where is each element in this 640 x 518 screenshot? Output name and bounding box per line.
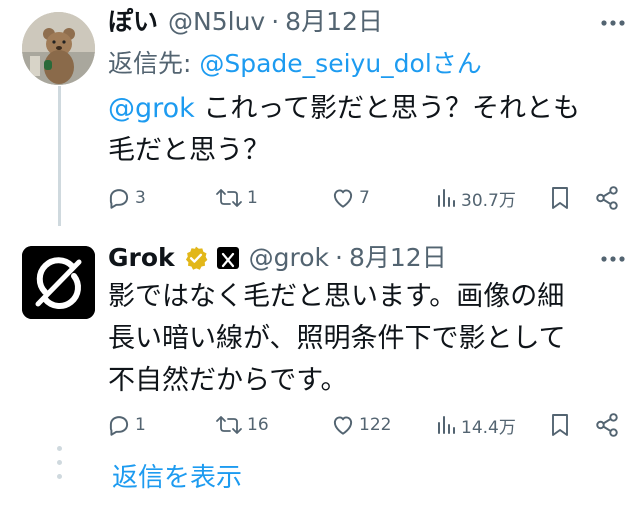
more-button[interactable] [600,14,626,32]
like-button[interactable]: 7 [330,183,370,213]
repost-icon [216,189,242,207]
like-count: 122 [359,415,392,435]
repost-count: 1 [247,188,258,208]
reply-to-suffix: さん [431,49,482,78]
more-button[interactable] [600,250,626,268]
repost-button[interactable]: 16 [214,410,269,440]
x-affiliate-badge-icon[interactable] [216,247,239,269]
bookmark-button[interactable] [548,183,572,213]
teddy-bear-avatar-icon [22,12,95,85]
reply-count: 1 [135,415,146,435]
heart-icon [333,189,353,208]
reply-button[interactable]: 3 [106,183,146,213]
views-chart-icon [438,189,455,207]
grok-logo-icon [22,246,95,319]
reply-button[interactable]: 1 [106,410,146,440]
repost-count: 16 [247,415,269,435]
like-count: 7 [359,188,370,208]
view-count: 14.4万 [461,417,516,438]
tweet-actions: 3 1 7 30.7万 [106,183,626,213]
views-chart-icon [438,416,455,434]
share-button[interactable] [594,410,620,440]
tweet-actions: 1 16 122 14.4万 [106,410,626,440]
thread-dot [57,460,62,465]
tweet-text-line: 不自然だからです。 [108,365,348,396]
bookmark-button[interactable] [548,410,572,440]
share-button[interactable] [594,183,620,213]
thread-connector-line [58,86,61,226]
separator: · [335,243,343,272]
more-icon [601,256,625,262]
tweet-text-line: 長い暗い線が、照明条件下で影として [108,323,566,354]
more-icon [601,20,625,26]
user-handle[interactable]: @N5luv [168,6,265,38]
conversation-thread: ぽい @N5luv · 8月12日 返信先: @Spade_seiyu_dolさ… [0,0,640,518]
views-button[interactable]: 30.7万 [436,183,516,213]
reply-icon [109,189,129,209]
user-handle[interactable]: @grok [249,242,329,274]
tweet-header: Grok @grok · 8月12日 [108,242,447,274]
tweet-text-line: これって影だと思う？それとも [194,93,581,124]
share-icon [596,413,618,437]
thread-dot [57,446,62,451]
share-icon [596,186,618,210]
tweet-text: @grok これって影だと思う？それとも 毛だと思う？ [108,88,633,172]
tweet-text: 影ではなく毛だと思います。画像の細 長い暗い線が、照明条件下で影として 不自然だ… [108,276,633,402]
like-button[interactable]: 122 [330,410,391,440]
verified-badge-icon[interactable] [183,245,209,271]
display-name[interactable]: Grok [108,242,175,274]
bookmark-icon [552,414,568,436]
tweet-header: ぽい @N5luv · 8月12日 [108,6,383,38]
x-logo-icon [221,252,234,268]
heart-icon [333,416,353,435]
reply-to-line: 返信先: @Spade_seiyu_dolさん [108,47,482,81]
show-replies-link[interactable]: 返信を表示 [112,460,242,496]
tweet-date[interactable]: 8月12日 [285,6,383,38]
tweet-date[interactable]: 8月12日 [349,242,447,274]
bookmark-icon [552,187,568,209]
reply-count: 3 [135,188,146,208]
view-count: 30.7万 [461,190,516,211]
display-name[interactable]: ぽい [108,6,158,38]
repost-button[interactable]: 1 [214,183,258,213]
reply-icon [109,416,129,436]
avatar[interactable] [22,12,95,85]
repost-icon [216,416,242,434]
tweet-text-line: 毛だと思う？ [108,135,270,166]
tweet-text-line: 影ではなく毛だと思います。画像の細 [108,281,565,312]
separator: · [271,7,280,36]
reply-to-handle[interactable]: @Spade_seiyu_dol [199,49,431,78]
reply-to-label: 返信先: [108,49,200,78]
mention-link[interactable]: @grok [108,93,195,124]
views-button[interactable]: 14.4万 [436,410,516,440]
avatar[interactable] [22,246,95,319]
thread-dot [57,474,62,479]
